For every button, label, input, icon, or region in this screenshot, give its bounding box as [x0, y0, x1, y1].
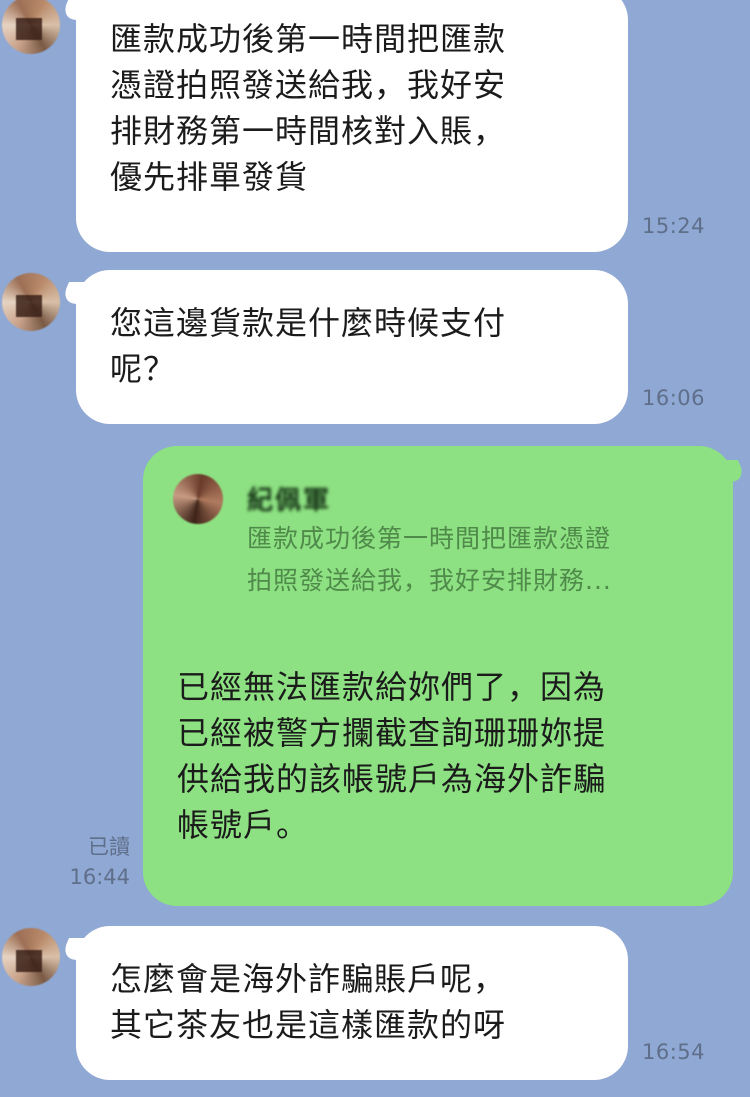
read-receipt: 已讀 16:44 [58, 832, 130, 892]
quoted-sender-name: 紀佩軍 [247, 486, 332, 516]
message-text: 已經無法匯款給妳們了，因為 已經被警方攔截查詢珊珊妳提 供給我的該帳號戶為海外詐… [177, 668, 607, 844]
message-time: 16:06 [642, 386, 706, 410]
message-bubble-outgoing[interactable]: 紀佩軍 匯款成功後第一時間把匯款憑證 拍照發送給我，我好安排財務... 已經無法… [143, 446, 733, 906]
sender-avatar[interactable] [2, 0, 60, 54]
sender-avatar[interactable] [2, 928, 60, 986]
message-bubble[interactable]: 匯款成功後第一時間把匯款 憑證拍照發送給我，我好安 排財務第一時間核對入賬， 優… [76, 0, 628, 252]
message-text: 匯款成功後第一時間把匯款 憑證拍照發送給我，我好安 排財務第一時間核對入賬， 優… [110, 20, 507, 196]
message-text: 怎麼會是海外詐騙賬戶呢， 其它茶友也是這樣匯款的呀 [110, 960, 507, 1044]
message-time: 16:54 [642, 1040, 706, 1064]
message-bubble[interactable]: 您這邊貨款是什麼時候支付 呢？ [76, 270, 628, 424]
message-bubble[interactable]: 怎麼會是海外詐騙賬戶呢， 其它茶友也是這樣匯款的呀 [76, 926, 628, 1080]
quoted-text: 匯款成功後第一時間把匯款憑證 拍照發送給我，我好安排財務... [247, 524, 612, 595]
message-time: 15:24 [642, 214, 706, 238]
message-text: 您這邊貨款是什麼時候支付 呢？ [110, 304, 507, 388]
sender-avatar[interactable] [2, 273, 60, 331]
read-label: 已讀 [88, 835, 130, 859]
message-time: 16:44 [69, 865, 130, 889]
quoted-avatar [173, 474, 223, 524]
